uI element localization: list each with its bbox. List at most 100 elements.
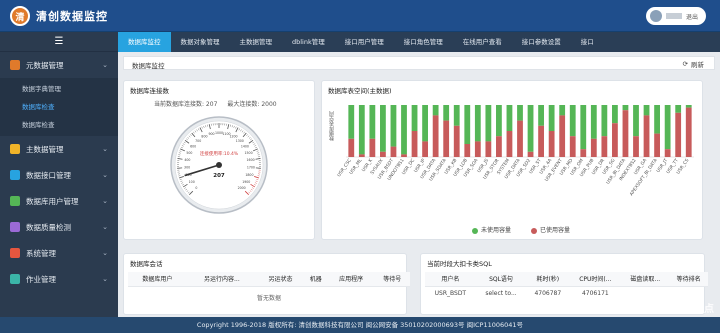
bar-used[interactable] bbox=[654, 133, 660, 157]
bar-free[interactable] bbox=[569, 105, 576, 137]
logout-button[interactable]: 退出 bbox=[686, 12, 698, 21]
tab-8[interactable]: 接口 bbox=[571, 32, 604, 52]
user-menu[interactable]: 退出 bbox=[646, 7, 706, 25]
tab-0[interactable]: 数据库监控 bbox=[118, 32, 171, 52]
sidebar-subitem[interactable]: 数据库检查 bbox=[0, 116, 118, 134]
bar-free[interactable] bbox=[422, 105, 428, 142]
tab-5[interactable]: 接口角色管理 bbox=[394, 32, 453, 52]
sidebar-subitem[interactable]: 数据库检查 bbox=[0, 98, 118, 116]
tab-2[interactable]: 主数据管理 bbox=[230, 32, 283, 52]
session-col-header[interactable]: 应用程序 bbox=[327, 272, 375, 287]
sidebar-subitem[interactable]: 数据字典管理 bbox=[0, 80, 118, 98]
bar-used[interactable] bbox=[601, 136, 608, 157]
bar-used[interactable] bbox=[527, 151, 534, 157]
bar-used[interactable] bbox=[633, 136, 639, 157]
sidebar-group-6[interactable]: 作业管理 ⌄ bbox=[0, 266, 118, 292]
bar-free[interactable] bbox=[517, 105, 523, 121]
bar-free[interactable] bbox=[380, 105, 386, 152]
bar-used[interactable] bbox=[664, 149, 671, 157]
bar-used[interactable] bbox=[443, 120, 450, 157]
bar-used[interactable] bbox=[569, 136, 576, 157]
sidebar-group-1[interactable]: 主数据管理 ⌄ bbox=[0, 136, 118, 162]
tab-1[interactable]: 数据对象管理 bbox=[171, 32, 230, 52]
bar-free[interactable] bbox=[548, 105, 555, 131]
bar-free[interactable] bbox=[622, 105, 629, 111]
bar-free[interactable] bbox=[390, 105, 397, 147]
bar-used[interactable] bbox=[485, 141, 492, 157]
refresh-button[interactable]: ⟳ 刷新 bbox=[683, 59, 704, 69]
tab-4[interactable]: 接口用户管理 bbox=[335, 32, 394, 52]
bar-used[interactable] bbox=[538, 125, 544, 157]
bar-used[interactable] bbox=[612, 123, 618, 157]
table-row[interactable]: USR_BSDT select to... 4706787 4706171 bbox=[425, 286, 708, 300]
bar-used[interactable] bbox=[675, 112, 682, 157]
bar-used[interactable] bbox=[358, 154, 365, 157]
bar-used[interactable] bbox=[517, 120, 523, 157]
bar-used[interactable] bbox=[432, 115, 439, 157]
bar-free[interactable] bbox=[612, 105, 618, 124]
bar-used[interactable] bbox=[548, 131, 555, 157]
bar-free[interactable] bbox=[675, 105, 682, 113]
bar-free[interactable] bbox=[580, 105, 587, 150]
sidebar-group-2[interactable]: 数据接口管理 ⌄ bbox=[0, 162, 118, 188]
bar-free[interactable] bbox=[559, 105, 566, 116]
sidebar-group-5[interactable]: 系统管理 ⌄ bbox=[0, 240, 118, 266]
bar-free[interactable] bbox=[453, 105, 460, 126]
bar-free[interactable] bbox=[369, 105, 376, 139]
session-col-header[interactable]: 机器 bbox=[303, 272, 328, 287]
bar-free[interactable] bbox=[358, 105, 365, 155]
bar-free[interactable] bbox=[474, 105, 481, 142]
bar-used[interactable] bbox=[422, 141, 428, 157]
legend-used[interactable]: 已使用容量 bbox=[531, 225, 570, 234]
bar-free[interactable] bbox=[527, 105, 534, 152]
sql-col-header[interactable]: 磁盘读取... bbox=[621, 272, 670, 287]
bar-used[interactable] bbox=[590, 138, 597, 157]
legend-free[interactable]: 未使用容量 bbox=[472, 225, 511, 234]
bar-used[interactable] bbox=[685, 107, 692, 157]
tab-3[interactable]: dblink管理 bbox=[282, 32, 335, 52]
bar-free[interactable] bbox=[411, 105, 418, 131]
session-col-header[interactable]: 另运行内容... bbox=[186, 272, 257, 287]
bar-free[interactable] bbox=[685, 105, 692, 108]
bar-free[interactable] bbox=[464, 105, 471, 144]
bar-used[interactable] bbox=[464, 144, 471, 157]
bar-used[interactable] bbox=[496, 136, 502, 157]
bar-used[interactable] bbox=[474, 141, 481, 157]
sql-col-header[interactable]: 等待排名 bbox=[669, 272, 708, 287]
menu-toggle-icon[interactable]: ☰ bbox=[0, 32, 118, 52]
bar-used[interactable] bbox=[401, 154, 407, 157]
tab-7[interactable]: 接口参数设置 bbox=[512, 32, 571, 52]
bar-free[interactable] bbox=[506, 105, 513, 131]
bar-used[interactable] bbox=[380, 151, 386, 157]
bar-free[interactable] bbox=[590, 105, 597, 139]
bar-free[interactable] bbox=[601, 105, 608, 137]
bar-used[interactable] bbox=[580, 149, 587, 157]
sidebar-group-0[interactable]: 元数据管理 ⌄ bbox=[0, 52, 118, 78]
tab-6[interactable]: 在线用户查看 bbox=[453, 32, 512, 52]
bar-used[interactable] bbox=[622, 110, 629, 157]
bar-free[interactable] bbox=[443, 105, 450, 121]
bar-used[interactable] bbox=[643, 115, 650, 157]
bar-used[interactable] bbox=[348, 138, 355, 157]
bar-free[interactable] bbox=[664, 105, 671, 150]
session-col-header[interactable]: 等待号 bbox=[374, 272, 410, 287]
bar-used[interactable] bbox=[453, 125, 460, 157]
bar-used[interactable] bbox=[390, 146, 397, 157]
sidebar-group-3[interactable]: 数据库用户管理 ⌄ bbox=[0, 188, 118, 214]
session-col-header[interactable]: 另运状态 bbox=[256, 272, 304, 287]
sql-col-header[interactable]: SQL语句 bbox=[475, 272, 527, 287]
bar-free[interactable] bbox=[348, 105, 355, 139]
sql-col-header[interactable]: 耗时(秒) bbox=[526, 272, 570, 287]
bar-free[interactable] bbox=[538, 105, 544, 126]
session-col-header[interactable]: 数据库用户 bbox=[128, 272, 187, 287]
bar-used[interactable] bbox=[369, 138, 376, 157]
bar-used[interactable] bbox=[559, 115, 566, 157]
bar-free[interactable] bbox=[432, 105, 439, 116]
sql-col-header[interactable]: CPU时间(... bbox=[569, 272, 622, 287]
bar-free[interactable] bbox=[633, 105, 639, 137]
bar-free[interactable] bbox=[485, 105, 492, 142]
sql-col-header[interactable]: 用户名 bbox=[425, 272, 476, 287]
sidebar-group-4[interactable]: 数据质量检测 ⌄ bbox=[0, 214, 118, 240]
bar-free[interactable] bbox=[496, 105, 502, 137]
bar-free[interactable] bbox=[401, 105, 407, 155]
